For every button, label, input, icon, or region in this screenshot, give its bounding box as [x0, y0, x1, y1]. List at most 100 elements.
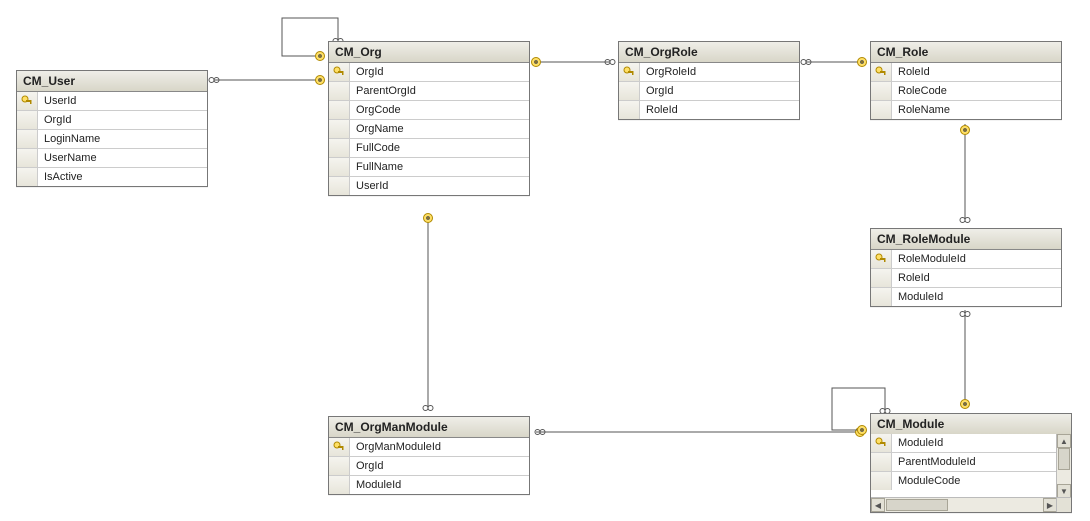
column-name: RoleCode — [892, 85, 1061, 97]
cell-icon — [329, 139, 350, 157]
column-name: ModuleId — [892, 437, 1057, 449]
table-row[interactable]: LoginName — [17, 129, 207, 148]
column-name: OrgId — [38, 114, 207, 126]
cell-icon — [871, 472, 892, 490]
table-row[interactable]: OrgName — [329, 119, 529, 138]
table-row[interactable]: ModuleCode — [871, 471, 1057, 490]
table-header[interactable]: CM_Org — [329, 42, 529, 63]
table-row[interactable]: ModuleId — [871, 434, 1057, 452]
scroll-left-icon[interactable]: ◀ — [871, 498, 885, 512]
column-name: OrgName — [350, 123, 529, 135]
table-row[interactable]: UserId — [329, 176, 529, 195]
cell-icon — [871, 453, 892, 471]
table-header[interactable]: CM_Module — [871, 414, 1071, 435]
table-row[interactable]: IsActive — [17, 167, 207, 186]
table-row[interactable]: OrgId — [619, 81, 799, 100]
table-row[interactable]: RoleName — [871, 100, 1061, 119]
column-name: ParentModuleId — [892, 456, 1057, 468]
table-row[interactable]: OrgRoleId — [619, 63, 799, 81]
table-cm-orgrole[interactable]: CM_OrgRole OrgRoleId OrgId RoleId — [618, 41, 800, 120]
table-row[interactable]: OrgCode — [329, 100, 529, 119]
cell-icon — [329, 476, 350, 494]
table-row[interactable]: OrgId — [329, 456, 529, 475]
cell-icon — [871, 82, 892, 100]
table-row[interactable]: RoleCode — [871, 81, 1061, 100]
horizontal-scrollbar[interactable]: ◀ ▶ — [871, 497, 1057, 512]
column-name: IsActive — [38, 171, 207, 183]
column-name: RoleId — [640, 104, 799, 116]
table-header[interactable]: CM_Role — [871, 42, 1061, 63]
column-name: ModuleId — [892, 291, 1061, 303]
column-name: LoginName — [38, 133, 207, 145]
scroll-right-icon[interactable]: ▶ — [1043, 498, 1057, 512]
column-name: RoleName — [892, 104, 1061, 116]
column-name: OrgId — [350, 460, 529, 472]
pk-icon — [871, 250, 892, 268]
pk-icon — [329, 438, 350, 456]
column-name: OrgId — [640, 85, 799, 97]
column-name: RoleId — [892, 272, 1061, 284]
pk-icon — [17, 92, 38, 110]
table-header[interactable]: CM_User — [17, 71, 207, 92]
table-row[interactable]: RoleModuleId — [871, 250, 1061, 268]
cell-icon — [329, 120, 350, 138]
cell-icon — [329, 82, 350, 100]
table-row[interactable]: OrgId — [17, 110, 207, 129]
cell-icon — [17, 111, 38, 129]
column-name: UserId — [38, 95, 207, 107]
table-row[interactable]: FullCode — [329, 138, 529, 157]
scroll-down-icon[interactable]: ▼ — [1057, 484, 1071, 498]
cell-icon — [619, 101, 640, 119]
column-name: FullCode — [350, 142, 529, 154]
cell-icon — [619, 82, 640, 100]
table-row[interactable]: OrgManModuleId — [329, 438, 529, 456]
column-name: ParentOrgId — [350, 85, 529, 97]
table-row[interactable]: RoleId — [871, 268, 1061, 287]
pk-icon — [871, 63, 892, 81]
table-cm-role[interactable]: CM_Role RoleId RoleCode RoleName — [870, 41, 1062, 120]
column-name: ModuleId — [350, 479, 529, 491]
table-cm-user[interactable]: CM_User UserId OrgId LoginName UserName … — [16, 70, 208, 187]
resize-grip-icon[interactable] — [1056, 497, 1071, 512]
table-header[interactable]: CM_RoleModule — [871, 229, 1061, 250]
table-row[interactable]: UserId — [17, 92, 207, 110]
column-name: UserId — [350, 180, 529, 192]
table-row[interactable]: ModuleId — [871, 287, 1061, 306]
cell-icon — [329, 177, 350, 195]
cell-icon — [329, 457, 350, 475]
scroll-up-icon[interactable]: ▲ — [1057, 434, 1071, 448]
scroll-thumb[interactable] — [886, 499, 948, 511]
column-name: OrgId — [350, 66, 529, 78]
column-name: RoleModuleId — [892, 253, 1061, 265]
scroll-thumb[interactable] — [1058, 448, 1070, 470]
vertical-scrollbar[interactable]: ▲ ▼ — [1056, 434, 1071, 498]
table-row[interactable]: ParentModuleId — [871, 452, 1057, 471]
cell-icon — [871, 269, 892, 287]
column-name: RoleId — [892, 66, 1061, 78]
cell-icon — [17, 168, 38, 186]
table-row[interactable]: UserName — [17, 148, 207, 167]
column-name: FullName — [350, 161, 529, 173]
table-row[interactable]: RoleId — [619, 100, 799, 119]
table-cm-org[interactable]: CM_Org OrgId ParentOrgId OrgCode OrgName… — [328, 41, 530, 196]
table-row[interactable]: RoleId — [871, 63, 1061, 81]
table-header[interactable]: CM_OrgRole — [619, 42, 799, 63]
cell-icon — [17, 130, 38, 148]
table-cm-orgmanmodule[interactable]: CM_OrgManModule OrgManModuleId OrgId Mod… — [328, 416, 530, 495]
table-cm-rolemodule[interactable]: CM_RoleModule RoleModuleId RoleId Module… — [870, 228, 1062, 307]
pk-icon — [329, 63, 350, 81]
table-row[interactable]: FullName — [329, 157, 529, 176]
table-header[interactable]: CM_OrgManModule — [329, 417, 529, 438]
pk-icon — [619, 63, 640, 81]
cell-icon — [17, 149, 38, 167]
cell-icon — [329, 101, 350, 119]
column-name: ModuleCode — [892, 475, 1057, 487]
table-row[interactable]: ParentOrgId — [329, 81, 529, 100]
cell-icon — [329, 158, 350, 176]
table-row[interactable]: ModuleId — [329, 475, 529, 494]
column-name: OrgRoleId — [640, 66, 799, 78]
column-name: UserName — [38, 152, 207, 164]
cell-icon — [871, 101, 892, 119]
table-row[interactable]: OrgId — [329, 63, 529, 81]
table-cm-module[interactable]: CM_Module ModuleId ParentModuleId Module… — [870, 413, 1072, 513]
